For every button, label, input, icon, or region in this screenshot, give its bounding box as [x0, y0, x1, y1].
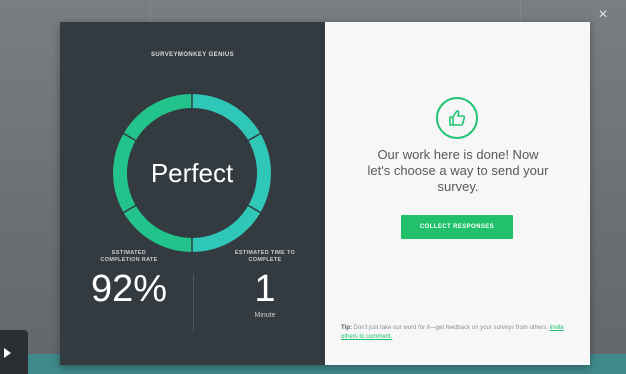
thumbs-up-badge	[436, 97, 478, 139]
score-label: Perfect	[150, 157, 234, 188]
tip-text: Tip: Don't just take our word for it—get…	[341, 324, 577, 342]
play-arrow-icon	[4, 348, 11, 358]
collect-responses-button[interactable]: COLLECT RESPONSES	[401, 215, 513, 239]
stat-value: 1	[254, 268, 276, 310]
tip-body: Don't just take our word for it—get feed…	[351, 325, 550, 331]
completion-rate-stat: ESTIMATED COMPLETION RATE 92%	[74, 250, 184, 310]
survey-genius-modal: SURVEYMONKEY GENIUS Perfect ESTIMATED CO…	[60, 22, 590, 365]
close-button[interactable]: ×	[594, 6, 612, 24]
done-message: Our work here is done! Now let's choose …	[367, 147, 549, 194]
genius-title: SURVEYMONKEY GENIUS	[150, 52, 235, 58]
close-icon: ×	[598, 6, 608, 23]
completion-time-stat: ESTIMATED TIME TO COMPLETE 1 Minute	[210, 250, 320, 319]
thumbs-up-icon	[449, 110, 466, 126]
stat-value: 92%	[90, 268, 168, 310]
genius-score-panel: SURVEYMONKEY GENIUS Perfect ESTIMATED CO…	[60, 22, 325, 365]
stat-caption: ESTIMATED COMPLETION RATE	[100, 250, 158, 263]
stat-caption: ESTIMATED TIME TO COMPLETE	[234, 250, 296, 263]
next-steps-panel: Our work here is done! Now let's choose …	[325, 22, 590, 365]
tip-lead: Tip:	[341, 325, 352, 331]
stat-unit: Minute	[254, 312, 276, 319]
side-expand-tab[interactable]	[0, 330, 28, 374]
stat-divider	[193, 274, 194, 332]
